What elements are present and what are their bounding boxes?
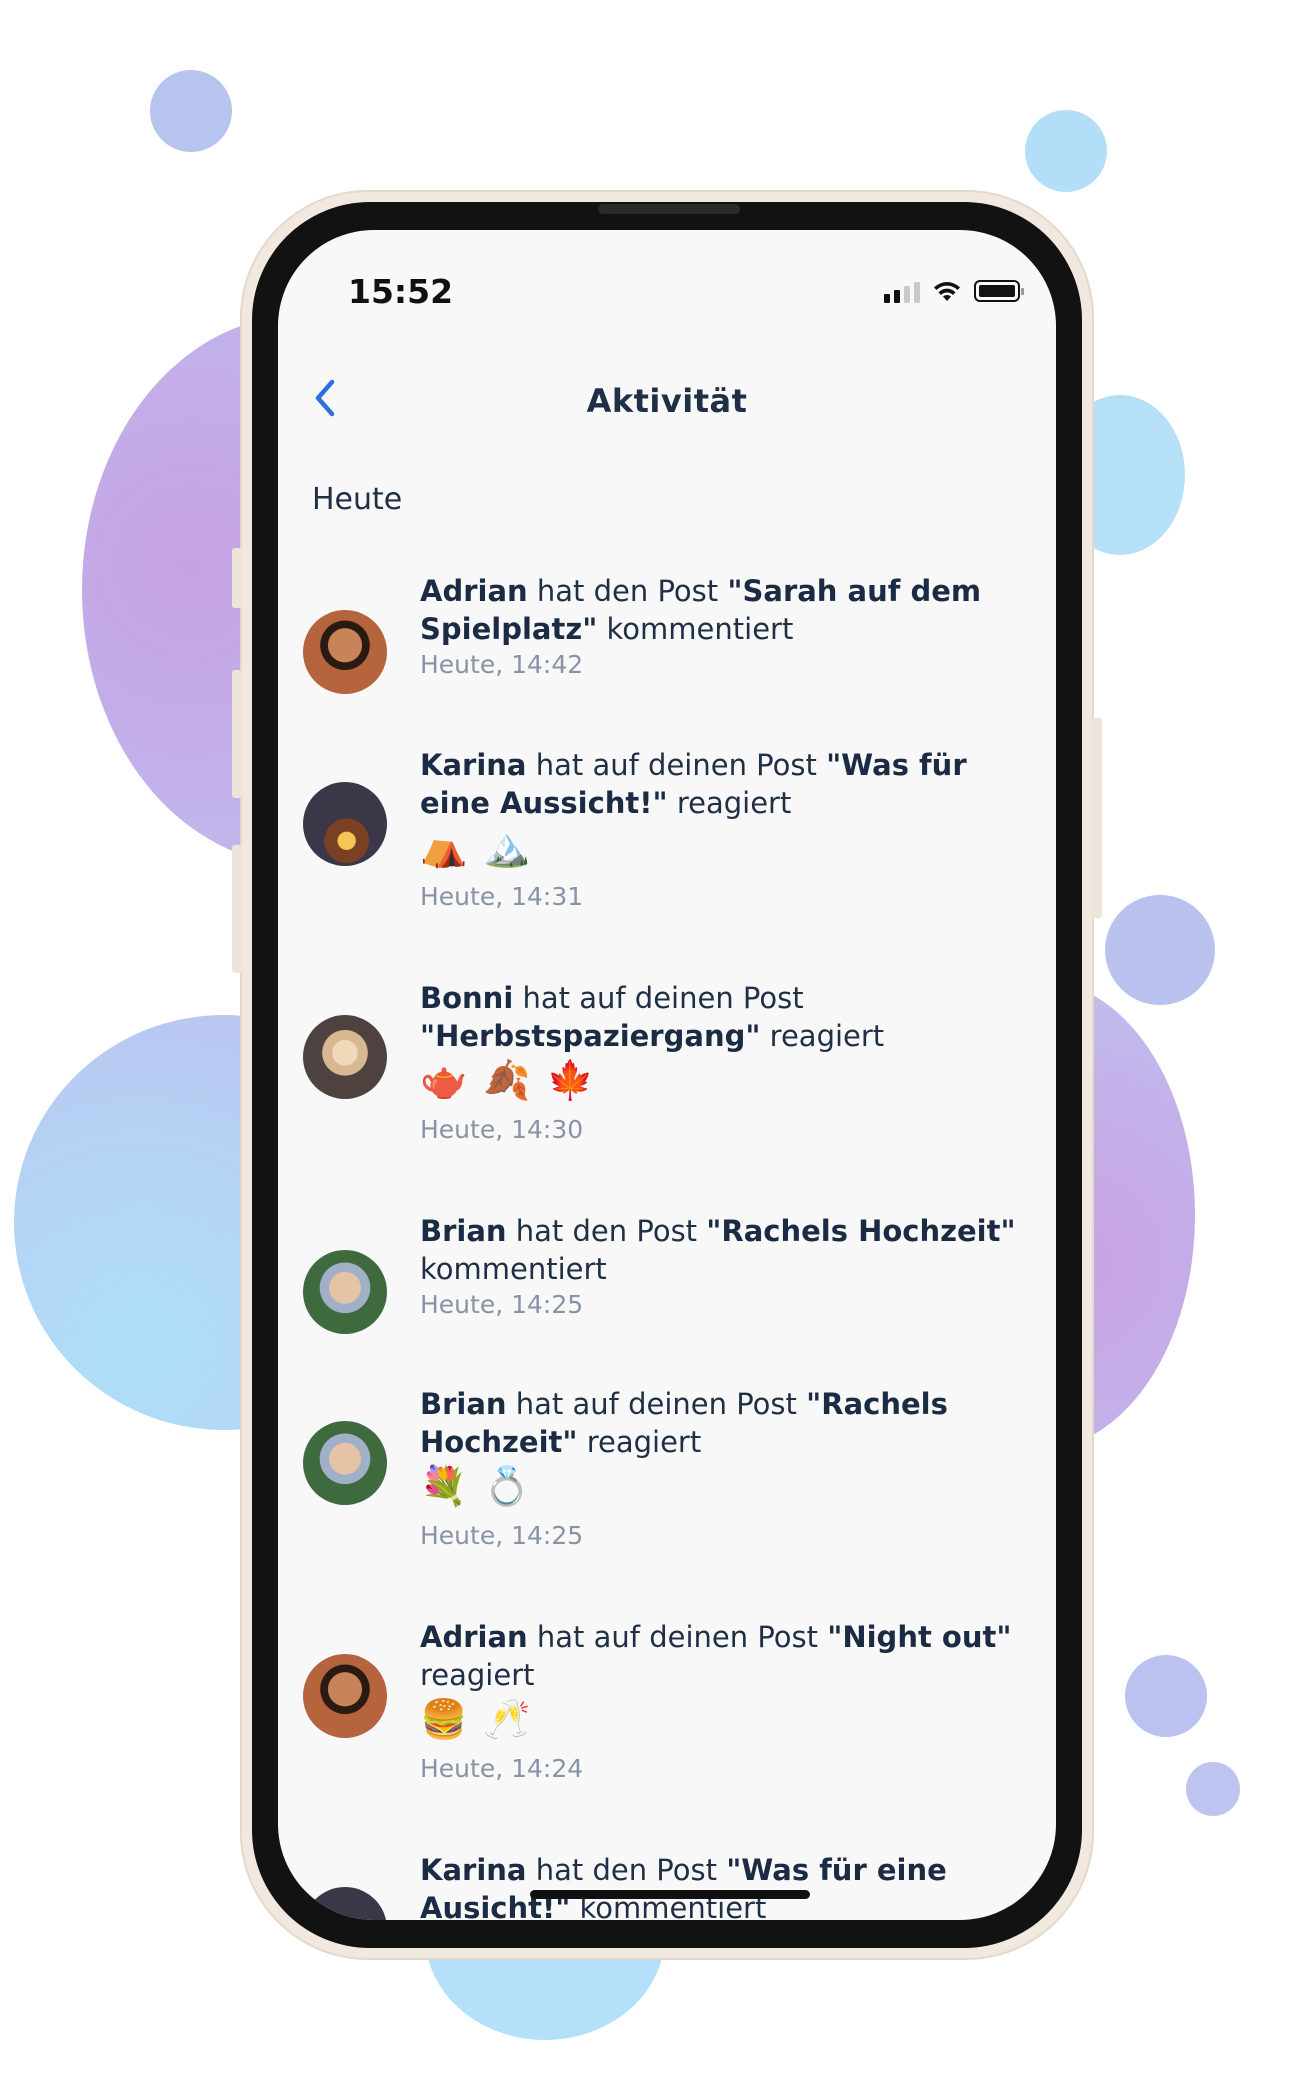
activity-timestamp: Heute, 14:42 — [420, 650, 584, 679]
user-name[interactable]: Brian — [420, 1214, 507, 1248]
section-heading-today: Heute — [312, 482, 403, 517]
user-name[interactable]: Brian — [420, 1387, 507, 1421]
user-name[interactable]: Adrian — [420, 1620, 528, 1654]
user-name[interactable]: Karina — [420, 748, 527, 782]
decor-circle — [150, 70, 232, 152]
activity-timestamp: Heute, 14:31 — [420, 882, 584, 911]
activity-text: Bonni hat auf deinen Post "Herbstspazier… — [420, 981, 885, 1053]
activity-text: Karina hat auf deinen Post "Was für eine… — [420, 748, 967, 820]
decor-circle — [1186, 1762, 1240, 1816]
reaction-emojis: 🫖🍂🍁 — [420, 1058, 610, 1102]
decor-circle — [1025, 110, 1107, 192]
reaction-emojis: 💐💍 — [420, 1464, 547, 1508]
avatar[interactable] — [303, 610, 387, 694]
post-title[interactable]: "Night out" — [827, 1620, 1011, 1654]
volume-down-button — [232, 845, 242, 973]
activity-text: Adrian hat auf deinen Post "Night out" r… — [420, 1620, 1012, 1692]
avatar[interactable] — [303, 1250, 387, 1334]
reaction-emojis: 🍔🥂 — [420, 1697, 547, 1741]
status-icons — [884, 276, 1024, 306]
user-name[interactable]: Bonni — [420, 981, 513, 1015]
status-time: 15:52 — [348, 272, 454, 311]
earpiece-speaker — [598, 204, 740, 214]
decor-circle — [1125, 1655, 1207, 1737]
phone-screen: 15:52 Aktivität Heute Adrian hat den Pos… — [278, 230, 1056, 1920]
user-name[interactable]: Karina — [420, 1853, 527, 1887]
activity-text: Brian hat den Post "Rachels Hochzeit" ko… — [420, 1214, 1016, 1286]
avatar[interactable] — [303, 782, 387, 866]
activity-timestamp: Heute, 14:24 — [420, 1754, 584, 1783]
mute-switch — [232, 548, 242, 608]
cellular-signal-icon — [884, 279, 920, 303]
activity-text: Adrian hat den Post "Sarah auf dem Spiel… — [420, 574, 982, 646]
power-button — [1092, 718, 1102, 918]
avatar[interactable] — [303, 1421, 387, 1505]
reaction-emojis: ⛺🏔️ — [420, 825, 547, 869]
home-indicator[interactable] — [530, 1890, 810, 1899]
user-name[interactable]: Adrian — [420, 574, 528, 608]
avatar[interactable] — [303, 1015, 387, 1099]
battery-icon — [974, 280, 1024, 302]
activity-text: Karina hat den Post "Was für eine Ausich… — [420, 1851, 1030, 1920]
page-title: Aktivität — [586, 382, 748, 420]
volume-up-button — [232, 670, 242, 798]
nav-header: Aktivität — [278, 360, 1056, 460]
activity-timestamp: Heute, 14:25 — [420, 1521, 584, 1550]
activity-timestamp: Heute, 14:25 — [420, 1290, 584, 1319]
post-title[interactable]: "Herbstspaziergang" — [420, 1019, 760, 1053]
wifi-icon — [934, 282, 960, 301]
post-title[interactable]: "Rachels Hochzeit" — [706, 1214, 1015, 1248]
decor-circle — [1105, 895, 1215, 1005]
avatar[interactable] — [303, 1654, 387, 1738]
avatar[interactable] — [303, 1887, 387, 1920]
activity-text: Brian hat auf deinen Post "Rachels Hochz… — [420, 1387, 948, 1459]
activity-timestamp: Heute, 14:30 — [420, 1115, 584, 1144]
